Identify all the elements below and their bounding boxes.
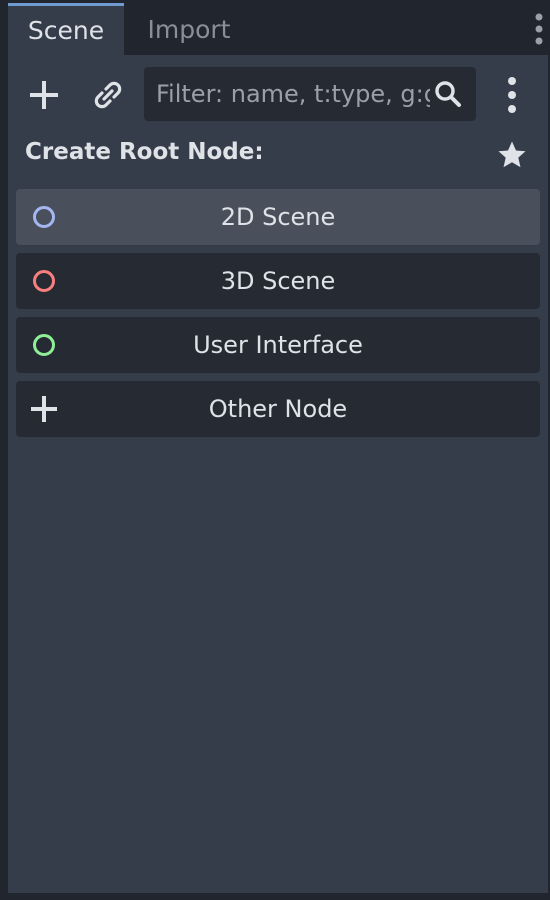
control-icon (30, 331, 58, 359)
dock-menu-icon[interactable] (528, 12, 550, 46)
tab-scene[interactable]: Scene (8, 3, 124, 55)
filter-field[interactable] (144, 67, 476, 121)
root-2d-scene-button[interactable]: 2D Scene (16, 189, 540, 245)
add-icon (30, 395, 58, 423)
star-icon (498, 141, 526, 168)
add-node-button[interactable] (22, 73, 66, 117)
scene-options-button[interactable] (500, 75, 524, 115)
root-2d-scene-label: 2D Scene (220, 203, 336, 231)
node2d-icon (30, 203, 58, 231)
instantiate-scene-button[interactable] (86, 73, 130, 117)
scene-dock: Scene Import Filter: name, t:type, g:gro… (0, 0, 550, 900)
node3d-icon (30, 267, 58, 295)
scene-panel: Create Root Node: 2D Scene 3D Scene User… (8, 55, 548, 893)
tab-import[interactable]: Import (124, 3, 254, 55)
dock-tab-bar: Scene Import (8, 0, 550, 55)
filter-input[interactable] (156, 80, 430, 108)
kebab-menu-icon (508, 77, 516, 113)
root-user-interface-label: User Interface (193, 331, 363, 359)
root-user-interface-button[interactable]: User Interface (16, 317, 540, 373)
root-3d-scene-button[interactable]: 3D Scene (16, 253, 540, 309)
search-icon (435, 81, 461, 107)
favorites-button[interactable] (496, 139, 528, 171)
root-3d-scene-label: 3D Scene (220, 267, 336, 295)
root-other-node-label: Other Node (208, 395, 348, 423)
add-icon (30, 81, 58, 109)
link-icon (94, 81, 122, 109)
create-root-node-label: Create Root Node: (25, 139, 264, 165)
root-other-node-button[interactable]: Other Node (16, 381, 540, 437)
